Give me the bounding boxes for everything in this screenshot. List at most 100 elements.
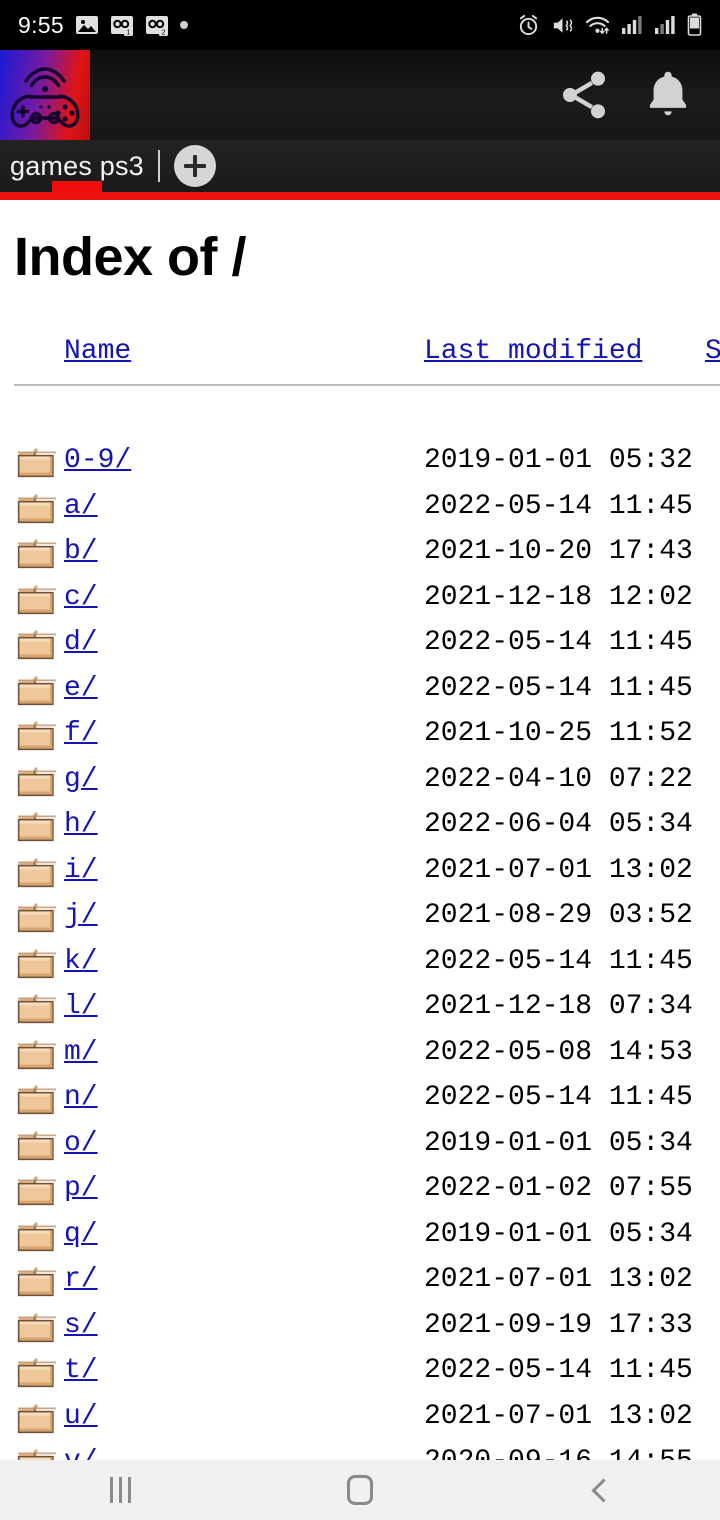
directory-link[interactable]: c/ — [64, 582, 98, 613]
directory-link[interactable]: g/ — [64, 764, 98, 795]
directory-link[interactable]: i/ — [64, 855, 98, 886]
folder-icon — [16, 1358, 56, 1392]
table-row[interactable]: a/2022-05-14 11:45 — [0, 490, 720, 536]
directory-link[interactable]: p/ — [64, 1173, 98, 1204]
folder-icon — [16, 630, 56, 664]
table-row[interactable]: k/2022-05-14 11:45 — [0, 945, 720, 991]
table-row[interactable]: n/2022-05-14 11:45 — [0, 1081, 720, 1127]
last-modified-value: 2022-05-08 14:53 — [424, 1036, 693, 1068]
last-modified-value: 2019-01-01 05:34 — [424, 1127, 693, 1159]
directory-link[interactable]: f/ — [64, 718, 98, 749]
folder-icon — [16, 1085, 56, 1119]
last-modified-value: 2022-05-14 11:45 — [424, 672, 693, 704]
directory-link[interactable]: m/ — [64, 1037, 98, 1068]
folder-icon — [16, 949, 56, 983]
column-header-name[interactable]: Name — [64, 336, 131, 367]
app-bar — [0, 50, 720, 140]
directory-link[interactable]: 0-9/ — [64, 445, 131, 476]
column-header-last-modified[interactable]: Last modified — [424, 336, 642, 367]
folder-icon — [16, 539, 56, 573]
table-row[interactable]: d/2022-05-14 11:45 — [0, 626, 720, 672]
tab-divider — [157, 150, 160, 182]
add-tab-button[interactable] — [173, 145, 216, 187]
directory-link[interactable]: s/ — [64, 1310, 98, 1341]
directory-link[interactable]: l/ — [64, 991, 98, 1022]
active-tab-indicator — [52, 181, 102, 192]
directory-link[interactable]: d/ — [64, 627, 98, 658]
folder-icon — [16, 1267, 56, 1301]
directory-link[interactable]: v/ — [64, 1446, 98, 1460]
share-icon[interactable] — [556, 67, 612, 123]
phone-screen: 9:55 1 2 games ps3 Index of / Name Last … — [0, 0, 720, 1520]
table-row[interactable]: r/2021-07-01 13:02 — [0, 1263, 720, 1309]
back-button[interactable] — [540, 1460, 660, 1520]
table-row[interactable]: v/2020-09-16 14:55 — [0, 1445, 720, 1460]
last-modified-value: 2021-07-01 13:02 — [424, 1264, 693, 1295]
last-modified-value: 2022-05-14 11:45 — [424, 1082, 693, 1113]
last-modified-value: 2021-10-20 17:43 — [424, 536, 693, 567]
directory-link[interactable]: q/ — [64, 1219, 98, 1250]
folder-icon — [16, 1313, 56, 1347]
table-row[interactable]: j/2021-08-29 03:52 — [0, 899, 720, 945]
notifications-bell-icon[interactable] — [642, 67, 694, 123]
table-row[interactable]: b/2021-10-20 17:43 — [0, 535, 720, 581]
status-bar: 9:55 1 2 — [0, 0, 720, 50]
folder-icon — [16, 812, 56, 846]
table-row[interactable]: 0-9/2019-01-01 05:32 — [0, 444, 720, 490]
folder-icon — [16, 1131, 56, 1165]
folder-icon — [16, 1176, 56, 1210]
table-row[interactable]: p/2022-01-02 07:55 — [0, 1172, 720, 1218]
folder-icon — [16, 1404, 56, 1438]
directory-link[interactable]: o/ — [64, 1128, 98, 1159]
voicemail-2-icon: 2 — [145, 13, 169, 37]
table-row[interactable]: m/2022-05-08 14:53 — [0, 1036, 720, 1082]
directory-link[interactable]: b/ — [64, 536, 98, 567]
table-row[interactable]: h/2022-06-04 05:34 — [0, 808, 720, 854]
system-navigation-bar — [0, 1460, 720, 1520]
last-modified-value: 2021-12-18 12:02 — [424, 581, 693, 613]
column-header-size[interactable]: S — [705, 336, 720, 367]
gamepad-wifi-logo-icon[interactable] — [0, 50, 90, 140]
table-row[interactable]: c/2021-12-18 12:02 — [0, 581, 720, 627]
table-row[interactable]: o/2019-01-01 05:34 — [0, 1127, 720, 1173]
last-modified-value: 2019-01-01 05:32 — [424, 445, 693, 476]
page-load-progress-bar — [0, 192, 720, 200]
folder-icon — [16, 676, 56, 710]
last-modified-value: 2021-07-01 13:02 — [424, 854, 693, 886]
last-modified-value: 2021-07-01 13:02 — [424, 1400, 693, 1432]
image-icon — [75, 13, 99, 37]
directory-link[interactable]: r/ — [64, 1264, 98, 1295]
directory-link[interactable]: u/ — [64, 1401, 98, 1432]
page-title: Index of / — [14, 227, 247, 287]
table-row[interactable]: l/2021-12-18 07:34 — [0, 990, 720, 1036]
table-row[interactable]: t/2022-05-14 11:45 — [0, 1354, 720, 1400]
directory-link[interactable]: n/ — [64, 1082, 98, 1113]
home-icon — [347, 1475, 373, 1505]
directory-link[interactable]: a/ — [64, 491, 98, 522]
tab-strip: games ps3 — [0, 140, 720, 192]
folder-icon — [16, 903, 56, 937]
table-row[interactable]: q/2019-01-01 05:34 — [0, 1218, 720, 1264]
directory-link[interactable]: k/ — [64, 946, 98, 977]
directory-link[interactable]: j/ — [64, 900, 98, 931]
table-row[interactable]: i/2021-07-01 13:02 — [0, 854, 720, 900]
directory-link[interactable]: h/ — [64, 809, 98, 840]
table-row[interactable]: g/2022-04-10 07:22 — [0, 763, 720, 809]
svg-text:1: 1 — [127, 30, 131, 37]
table-row[interactable]: f/2021-10-25 11:52 — [0, 717, 720, 763]
recents-button[interactable] — [60, 1460, 180, 1520]
table-row[interactable]: u/2021-07-01 13:02 — [0, 1400, 720, 1446]
signal-2-icon — [654, 14, 676, 36]
table-row[interactable]: s/2021-09-19 17:33 — [0, 1309, 720, 1355]
dot-indicator-icon — [179, 21, 188, 29]
last-modified-value: 2022-05-14 11:45 — [424, 945, 693, 977]
directory-link[interactable]: e/ — [64, 673, 98, 704]
last-modified-value: 2021-09-19 17:33 — [424, 1309, 693, 1341]
table-row[interactable]: e/2022-05-14 11:45 — [0, 672, 720, 718]
folder-icon — [16, 1222, 56, 1256]
status-bar-left: 9:55 1 2 — [18, 12, 188, 39]
directory-link[interactable]: t/ — [64, 1355, 98, 1386]
home-button[interactable] — [300, 1460, 420, 1520]
tab-games-ps3[interactable]: games ps3 — [10, 151, 158, 182]
last-modified-value: 2022-05-14 11:45 — [424, 490, 693, 522]
